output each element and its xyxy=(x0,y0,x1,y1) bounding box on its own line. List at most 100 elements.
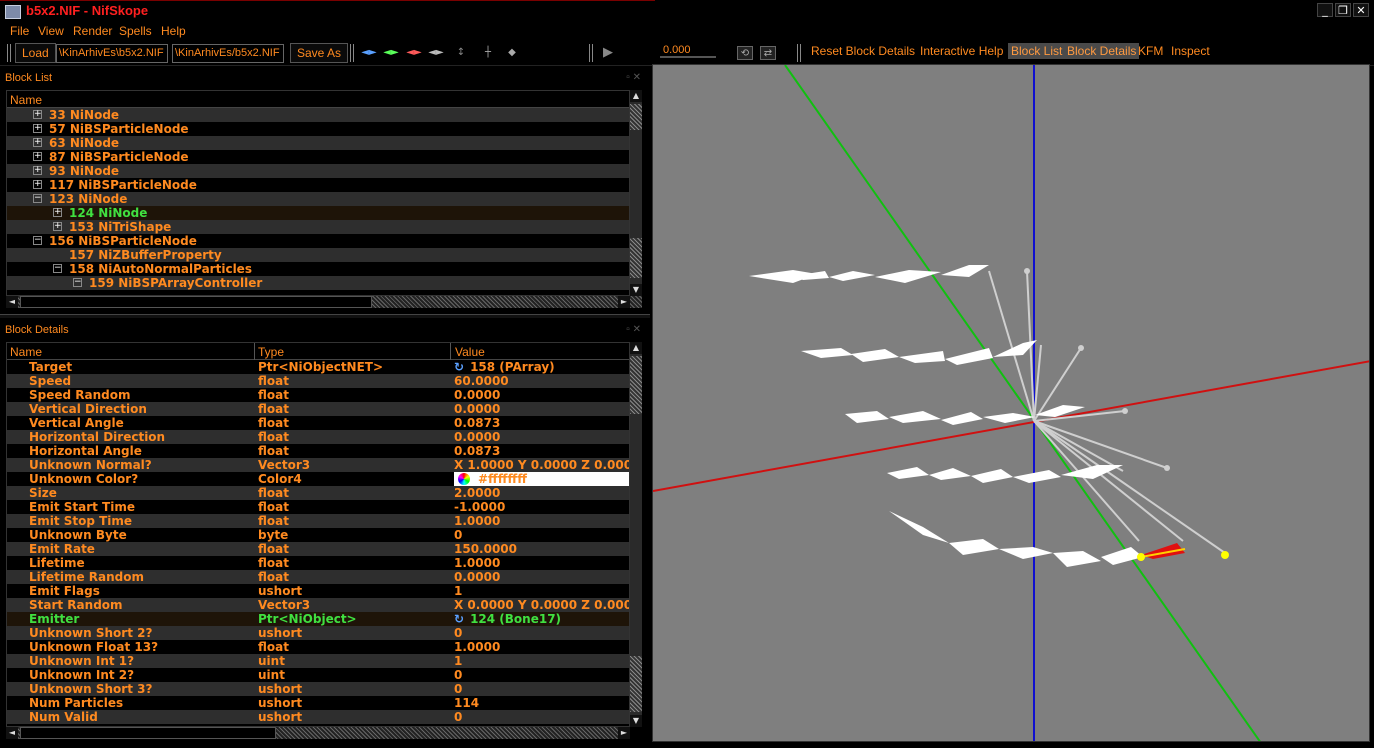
details-value[interactable]: ↻ 124 (Bone17) xyxy=(454,612,561,626)
block-list-item[interactable]: +57 NiBSParticleNode xyxy=(7,122,629,136)
time-value[interactable]: 0.000 xyxy=(663,44,691,56)
panel-splitter[interactable] xyxy=(0,314,650,318)
block-list-hscroll[interactable]: ◄ ► xyxy=(6,296,642,308)
column-header-value[interactable]: Value xyxy=(455,345,485,359)
details-value[interactable]: 0.0000 xyxy=(454,430,500,444)
walk-icon[interactable]: ↕ xyxy=(453,46,469,60)
block-list-item[interactable]: +87 NiBSParticleNode xyxy=(7,150,629,164)
scroll-left-icon[interactable]: ◄ xyxy=(6,296,18,308)
details-row[interactable]: Start Random Vector3 X 0.0000 Y 0.0000 Z 0… xyxy=(7,598,629,612)
details-row[interactable]: Unknown Float 13? float 1.0000 xyxy=(7,640,629,654)
expand-icon[interactable]: + xyxy=(33,124,42,133)
details-value[interactable]: 0.0000 xyxy=(454,402,500,416)
details-value[interactable]: 0.0000 xyxy=(454,388,500,402)
details-value[interactable]: 1 xyxy=(454,584,462,598)
details-row[interactable]: Vertical Angle float 0.0873 xyxy=(7,416,629,430)
collapse-icon[interactable]: − xyxy=(53,264,62,273)
details-row[interactable]: Horizontal Direction float 0.0000 xyxy=(7,430,629,444)
time-slider[interactable] xyxy=(660,56,716,58)
details-value[interactable]: 0.0000 xyxy=(454,570,500,584)
selection-handle[interactable] xyxy=(1137,553,1145,561)
block-list-item[interactable]: +153 NiTriShape xyxy=(7,220,629,234)
link-icon[interactable]: ↻ xyxy=(454,612,464,626)
view-front-icon[interactable]: ◄► xyxy=(361,46,377,60)
details-row[interactable]: Lifetime float 1.0000 xyxy=(7,556,629,570)
expand-icon[interactable]: + xyxy=(33,110,42,119)
details-value[interactable]: #ffffffff xyxy=(454,472,629,486)
details-value[interactable]: 0 xyxy=(454,626,462,640)
column-header-name[interactable]: Name xyxy=(10,93,42,107)
kfm-toggle[interactable]: KFM xyxy=(1138,44,1163,58)
details-value[interactable]: 0.0873 xyxy=(454,416,500,430)
details-value[interactable]: 0 xyxy=(454,528,462,542)
load-path-field[interactable]: \KinArhivEs\b5x2.NIF xyxy=(56,44,168,63)
block-list-item[interactable]: 157 NiZBufferProperty xyxy=(7,248,629,262)
details-row[interactable]: Unknown Short 2? ushort 0 xyxy=(7,626,629,640)
scroll-right-icon[interactable]: ► xyxy=(618,296,630,308)
menu-view[interactable]: View xyxy=(38,24,64,38)
details-row[interactable]: Emit Flags ushort 1 xyxy=(7,584,629,598)
details-value[interactable]: 150.0000 xyxy=(454,542,517,556)
block-list-item[interactable]: −123 NiNode xyxy=(7,192,629,206)
details-row[interactable]: Target Ptr<NiObjectNET> ↻ 158 (PArray) xyxy=(7,360,629,374)
details-value[interactable]: 2.0000 xyxy=(454,486,500,500)
details-value[interactable]: 114 xyxy=(454,696,479,710)
block-details-table[interactable]: Name Type Value Target Ptr<NiObjectNET> ↻ 1… xyxy=(6,342,630,727)
scene-canvas[interactable] xyxy=(653,65,1370,742)
details-row[interactable]: Vertical Direction float 0.0000 xyxy=(7,402,629,416)
block-list-item[interactable]: −159 NiBSPArrayController xyxy=(7,276,629,290)
restore-icon[interactable]: ❐ xyxy=(1335,3,1351,17)
scroll-thumb[interactable] xyxy=(630,104,642,130)
perspective-icon[interactable]: ┼ xyxy=(480,46,496,60)
collapse-icon[interactable]: − xyxy=(33,236,42,245)
block-list-item[interactable]: +93 NiNode xyxy=(7,164,629,178)
save-as-button[interactable]: Save As xyxy=(290,43,349,63)
block-list-item[interactable]: −158 NiAutoNormalParticles xyxy=(7,262,629,276)
scroll-thumb[interactable] xyxy=(20,727,276,739)
render-viewport[interactable] xyxy=(652,64,1370,742)
details-value[interactable]: X 1.0000 Y 0.0000 Z 0.0000 xyxy=(454,458,629,472)
details-value[interactable]: X 0.0000 Y 0.0000 Z 0.0000 xyxy=(454,598,629,612)
menu-render[interactable]: Render xyxy=(73,24,112,38)
expand-icon[interactable]: + xyxy=(33,166,42,175)
details-value[interactable]: 0 xyxy=(454,668,462,682)
details-value[interactable]: 60.0000 xyxy=(454,374,509,388)
scroll-up-icon[interactable]: ▲ xyxy=(630,90,642,102)
menu-help[interactable]: Help xyxy=(161,24,186,38)
details-row[interactable]: Unknown Color? Color4 #ffffffff xyxy=(7,472,629,486)
selection-handle[interactable] xyxy=(1221,551,1229,559)
details-row[interactable]: Speed float 60.0000 xyxy=(7,374,629,388)
expand-icon[interactable]: + xyxy=(33,138,42,147)
scroll-left-icon[interactable]: ◄ xyxy=(6,727,18,739)
block-list-item[interactable]: −156 NiBSParticleNode xyxy=(7,234,629,248)
details-value[interactable]: 1 xyxy=(454,654,462,668)
scroll-track[interactable] xyxy=(630,238,642,278)
scroll-track[interactable] xyxy=(630,656,642,712)
expand-icon[interactable]: + xyxy=(33,180,42,189)
menu-file[interactable]: File xyxy=(10,24,29,38)
float-icon[interactable]: ▫ ✕ xyxy=(626,72,641,83)
block-list-item[interactable]: +33 NiNode xyxy=(7,108,629,122)
block-list-tree[interactable]: Name +33 NiNode +57 NiBSParticleNode +63 N… xyxy=(6,90,630,296)
link-icon[interactable]: ↻ xyxy=(454,360,464,374)
scroll-thumb[interactable] xyxy=(630,356,642,414)
block-list-item[interactable]: +63 NiNode xyxy=(7,136,629,150)
details-value[interactable]: 1.0000 xyxy=(454,640,500,654)
scroll-thumb[interactable] xyxy=(20,296,372,308)
block-details-toggle[interactable]: Block Details xyxy=(1064,43,1140,59)
details-row[interactable]: Emitter Ptr<NiObject> ↻ 124 (Bone17) xyxy=(7,612,629,626)
details-value[interactable]: 0 xyxy=(454,682,462,696)
expand-icon[interactable]: + xyxy=(33,152,42,161)
scroll-up-icon[interactable]: ▲ xyxy=(630,342,642,354)
details-row[interactable]: Unknown Short 3? ushort 0 xyxy=(7,682,629,696)
details-value[interactable]: 0.0873 xyxy=(454,444,500,458)
view-user-icon[interactable]: ◄► xyxy=(428,46,444,60)
switch-icon[interactable]: ⇄ xyxy=(760,46,776,60)
column-header-name[interactable]: Name xyxy=(10,345,42,359)
block-list-item[interactable]: +117 NiBSParticleNode xyxy=(7,178,629,192)
expand-icon[interactable]: + xyxy=(53,208,62,217)
details-value[interactable]: 1.0000 xyxy=(454,556,500,570)
block-list-item[interactable]: +124 NiNode xyxy=(7,206,629,220)
details-row[interactable]: Unknown Byte byte 0 xyxy=(7,528,629,542)
flip-icon[interactable]: ◆ xyxy=(504,46,520,60)
